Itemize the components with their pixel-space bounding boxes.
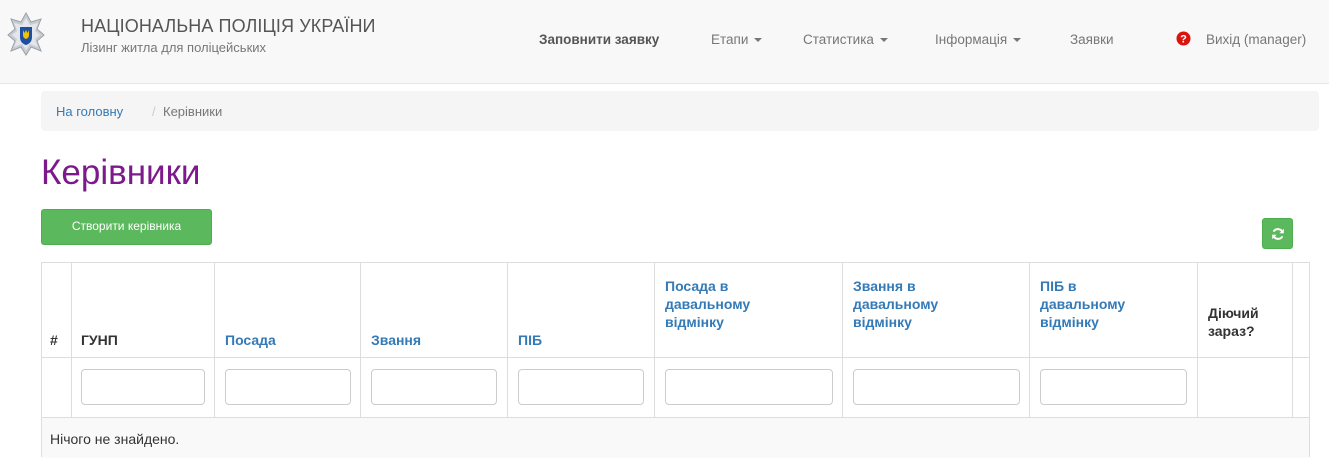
brand-title[interactable]: НАЦІОНАЛЬНА ПОЛІЦІЯ УКРАЇНИ bbox=[81, 16, 376, 37]
header-line: давальному bbox=[1040, 296, 1126, 312]
header-line: давальному bbox=[665, 296, 751, 312]
svg-text:?: ? bbox=[1180, 34, 1187, 46]
header-line: Діючий bbox=[1208, 305, 1259, 321]
filter-rank-dative-input[interactable] bbox=[853, 369, 1020, 405]
filter-name-dative-input[interactable] bbox=[1040, 369, 1187, 405]
breadcrumb-separator: / bbox=[152, 104, 156, 119]
filter-rank-input[interactable] bbox=[371, 369, 497, 405]
nav-information-dropdown[interactable]: Інформація bbox=[935, 32, 1022, 47]
nav-requests[interactable]: Заявки bbox=[1070, 32, 1114, 47]
caret-down-icon bbox=[879, 38, 888, 43]
nav-logout[interactable]: Вихід (manager) bbox=[1206, 32, 1306, 47]
column-header-name[interactable]: ПІБ bbox=[518, 331, 542, 349]
column-header-rank[interactable]: Звання bbox=[371, 331, 421, 349]
breadcrumb-current: Керівники bbox=[163, 104, 223, 119]
create-manager-button[interactable]: Створити керівника bbox=[41, 209, 212, 245]
refresh-icon bbox=[1272, 228, 1284, 240]
question-circle-icon[interactable]: ? bbox=[1176, 31, 1191, 46]
column-header-name-dative[interactable]: ПІБ в давальному відмінку bbox=[1040, 277, 1125, 331]
nav-fill-request[interactable]: Заповнити заявку bbox=[539, 32, 659, 47]
header-line: ПІБ в bbox=[1040, 278, 1077, 294]
refresh-button[interactable] bbox=[1262, 218, 1293, 249]
header-line: відмінку bbox=[1040, 314, 1099, 330]
filter-position-input[interactable] bbox=[225, 369, 351, 405]
header-line: давальному bbox=[853, 296, 939, 312]
nav-stages-dropdown[interactable]: Етапи bbox=[711, 32, 763, 47]
nav-statistics-label: Статистика bbox=[803, 32, 874, 47]
managers-table: # ГУНП Посада Звання ПІБ Посада в даваль… bbox=[41, 262, 1310, 458]
column-header-active: Діючий зараз? bbox=[1208, 304, 1259, 340]
breadcrumb-home-link[interactable]: На головну bbox=[56, 104, 123, 119]
nav-statistics-dropdown[interactable]: Статистика bbox=[803, 32, 888, 47]
column-header-position-dative[interactable]: Посада в давальному відмінку bbox=[665, 277, 750, 331]
brand-subtitle[interactable]: Лізинг житла для поліцейських bbox=[81, 40, 266, 55]
filter-gunp-input[interactable] bbox=[81, 369, 205, 405]
empty-message: Нічого не знайдено. bbox=[50, 431, 180, 447]
header-line: Посада в bbox=[665, 278, 729, 294]
header-line: відмінку bbox=[665, 314, 724, 330]
header-line: Звання в bbox=[853, 278, 916, 294]
header-line: зараз? bbox=[1208, 323, 1255, 339]
police-star-emblem-icon[interactable] bbox=[7, 12, 45, 56]
page-title: Керівники bbox=[41, 153, 201, 192]
column-header-number: # bbox=[50, 332, 58, 348]
header-line: відмінку bbox=[853, 314, 912, 330]
column-header-rank-dative[interactable]: Звання в давальному відмінку bbox=[853, 277, 938, 331]
empty-row bbox=[42, 418, 1309, 458]
filter-name-input[interactable] bbox=[518, 369, 644, 405]
filter-position-dative-input[interactable] bbox=[665, 369, 833, 405]
caret-down-icon bbox=[754, 38, 763, 43]
nav-information-label: Інформація bbox=[935, 32, 1008, 47]
nav-stages-label: Етапи bbox=[711, 32, 749, 47]
breadcrumb: На головну / Керівники bbox=[41, 91, 1319, 131]
column-header-position[interactable]: Посада bbox=[225, 331, 276, 349]
caret-down-icon bbox=[1013, 38, 1022, 43]
navbar: НАЦІОНАЛЬНА ПОЛІЦІЯ УКРАЇНИ Лізинг житла… bbox=[0, 0, 1329, 84]
column-header-gunp: ГУНП bbox=[81, 332, 118, 348]
